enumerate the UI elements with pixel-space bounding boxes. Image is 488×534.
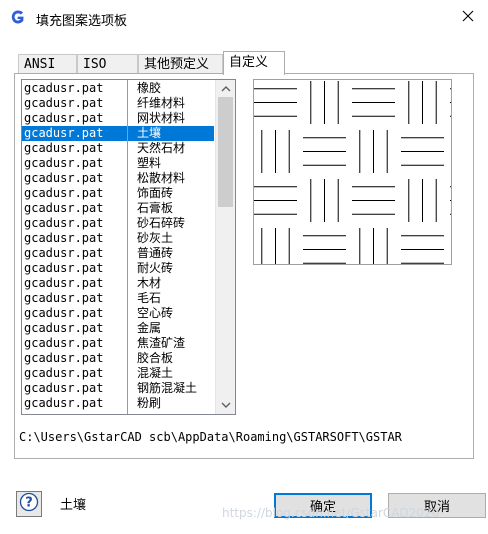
list-item[interactable]: gcadusr.pat 耐火砖 [22,261,214,276]
list-item[interactable]: gcadusr.pat 钢筋混凝土 [22,381,214,396]
list-item[interactable]: gcadusr.pat 毛石 [22,291,214,306]
pattern-preview [253,79,452,265]
list-item[interactable]: gcadusr.pat 塑料 [22,156,214,171]
selected-pattern-name: 土壤 [60,498,87,513]
chevron-down-icon [221,398,231,413]
list-item[interactable]: gcadusr.pat 网状材料 [22,111,214,126]
list-item-pattern-name: 塑料 [137,156,162,170]
list-item-pattern-name: 松散材料 [137,171,186,185]
tab-label: 自定义 [229,55,269,70]
list-item-pattern-name: 网状材料 [137,111,186,125]
list-item-file: gcadusr.pat [24,141,104,155]
list-item-file: gcadusr.pat [24,261,104,275]
list-item-pattern-name: 胶合板 [137,351,174,365]
list-item[interactable]: gcadusr.pat 砂灰土 [22,231,214,246]
tab-label: 其他预定义 [144,57,210,72]
list-item-file: gcadusr.pat [24,276,104,290]
list-item[interactable]: gcadusr.pat 饰面砖 [22,186,214,201]
list-item-file: gcadusr.pat [24,321,104,335]
tab-ansi[interactable]: ANSI [18,54,77,74]
list-item-file: gcadusr.pat [24,126,104,140]
tab-label: ANSI [24,57,56,72]
list-item-file: gcadusr.pat [24,231,104,245]
pattern-preview-image [254,81,451,264]
list-item[interactable]: gcadusr.pat 焦渣矿渣 [22,336,214,351]
chevron-up-icon [221,81,231,96]
list-item-pattern-name: 普通砖 [137,246,174,260]
list-item[interactable]: gcadusr.pat 混凝土 [22,366,214,381]
list-item-pattern-name: 天然石材 [137,141,186,155]
list-item[interactable]: gcadusr.pat 空心砖 [22,306,214,321]
list-scrollbar[interactable] [215,80,235,414]
list-item-pattern-name: 毛石 [137,291,162,305]
list-item-file: gcadusr.pat [24,111,104,125]
svg-text:?: ? [25,496,33,511]
list-item-pattern-name: 耐火砖 [137,261,174,275]
list-item[interactable]: gcadusr.pat 木材 [22,276,214,291]
list-item-pattern-name: 金属 [137,321,162,335]
list-item-pattern-name: 木材 [137,276,162,290]
help-button[interactable]: ? [16,491,42,517]
list-item[interactable]: gcadusr.pat 纤维材料 [22,96,214,111]
list-item-file: gcadusr.pat [24,306,104,320]
list-item[interactable]: gcadusr.pat 天然石材 [22,141,214,156]
list-item[interactable]: gcadusr.pat 金属 [22,321,214,336]
tab-custom[interactable]: 自定义 [223,51,285,75]
list-item[interactable]: gcadusr.pat 普通砖 [22,246,214,261]
list-item-file: gcadusr.pat [24,201,104,215]
title-bar: 填充图案选项板 [0,0,488,36]
list-item[interactable]: gcadusr.pat 松散材料 [22,171,214,186]
list-item-pattern-name: 粉刷 [137,396,162,410]
watermark: https://blog.csdn.net/GstarCAD2020 [222,506,440,520]
list-item-file: gcadusr.pat [24,291,104,305]
list-item[interactable]: gcadusr.pat 粉刷 [22,396,214,411]
pattern-file-path: C:\Users\GstarCAD scb\AppData\Roaming\GS… [19,430,402,444]
list-item-file: gcadusr.pat [24,351,104,365]
list-item-pattern-name: 饰面砖 [137,186,174,200]
list-item-file: gcadusr.pat [24,366,104,380]
scroll-thumb[interactable] [218,97,233,207]
list-item-pattern-name: 钢筋混凝土 [137,381,198,395]
list-item[interactable]: gcadusr.pat 石膏板 [22,201,214,216]
list-item-file: gcadusr.pat [24,246,104,260]
column-divider [127,80,128,414]
gstarcad-g-icon [10,9,26,25]
list-item-file: gcadusr.pat [24,96,104,110]
list-item-pattern-name: 橡胶 [137,81,162,95]
tab-panel-custom: gcadusr.pat 橡胶 gcadusr.pat 纤维材料 gcadusr.pat 网… [14,73,474,459]
scroll-up-button[interactable] [216,80,235,97]
close-icon [462,10,474,26]
list-item-file: gcadusr.pat [24,396,104,410]
list-item-file: gcadusr.pat [24,186,104,200]
list-item-file: gcadusr.pat [24,171,104,185]
list-item-pattern-name: 焦渣矿渣 [137,336,186,350]
tab-label: ISO [83,57,107,72]
list-item-pattern-name: 石膏板 [137,201,174,215]
list-item-pattern-name: 空心砖 [137,306,174,320]
list-item-file: gcadusr.pat [24,156,104,170]
tab-other-predefined[interactable]: 其他预定义 [138,54,223,74]
list-item-pattern-name: 混凝土 [137,366,174,380]
window-title: 填充图案选项板 [36,14,128,29]
close-button[interactable] [448,0,488,36]
pattern-listbox[interactable]: gcadusr.pat 橡胶 gcadusr.pat 纤维材料 gcadusr.pat 网… [21,79,236,415]
list-item-file: gcadusr.pat [24,81,104,95]
help-question-icon: ? [19,492,39,516]
list-item[interactable]: gcadusr.pat 砂石碎砖 [22,216,214,231]
list-item[interactable]: gcadusr.pat 橡胶 [22,81,214,96]
list-item-pattern-name: 土壤 [137,126,162,140]
list-item-pattern-name: 砂石碎砖 [137,216,186,230]
list-item[interactable]: gcadusr.pat 胶合板 [22,351,214,366]
scroll-down-button[interactable] [216,397,235,414]
tab-iso[interactable]: ISO [77,54,138,74]
list-item-pattern-name: 砂灰土 [137,231,174,245]
list-item-pattern-name: 纤维材料 [137,96,186,110]
list-item-file: gcadusr.pat [24,381,104,395]
list-item-file: gcadusr.pat [24,216,104,230]
list-item[interactable]: gcadusr.pat 土壤 [22,126,214,141]
list-item-file: gcadusr.pat [24,336,104,350]
